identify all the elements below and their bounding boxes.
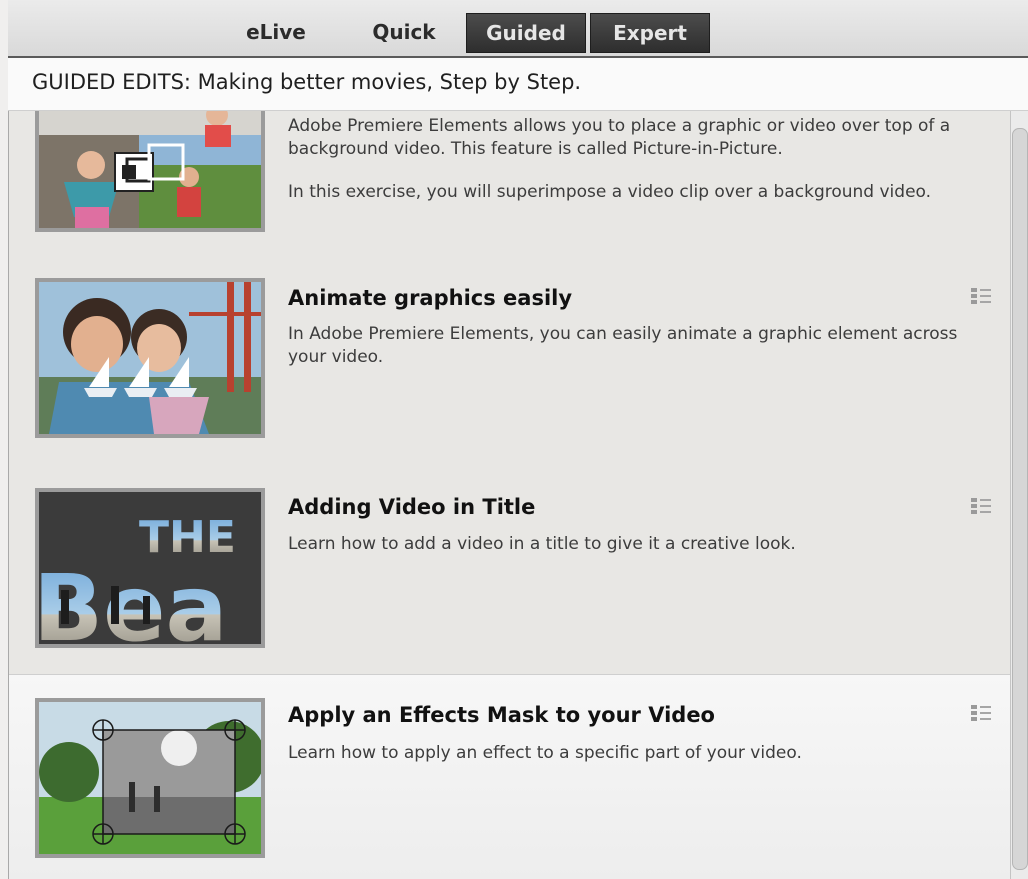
picture-in-picture-thumbnail [35,111,265,232]
tab-elive[interactable]: eLive [234,13,318,51]
list-item-animate-graphics[interactable]: Animate graphics easily In Adobe Premier… [9,271,1011,481]
item-title: Animate graphics easily [288,286,573,310]
page-title: GUIDED EDITS: Making better movies, Step… [32,70,582,94]
sailboat-icon [39,282,261,434]
video-in-title-thumbnail: THE Bea [35,488,265,648]
mode-bar: eLive Quick Guided Expert [8,0,1028,58]
picture-in-picture-icon [39,111,261,228]
item-title: Adding Video in Title [288,495,536,519]
tab-quick[interactable]: Quick [352,13,456,51]
tab-expert[interactable]: Expert [590,13,710,53]
list-icon[interactable] [971,704,991,722]
list-item-video-in-title[interactable]: THE Bea Adding Video in Title Learn how … [9,481,1011,674]
tab-guided[interactable]: Guided [466,13,586,53]
item-description: Learn how to add a video in a title to g… [288,534,796,554]
scrollbar-thumb[interactable] [1012,128,1028,870]
title-text-thumbnail-graphic: THE Bea [39,492,261,644]
list-icon[interactable] [971,497,991,515]
item-description: Adobe Premiere Elements allows you to pl… [288,116,951,159]
list-item-effects-mask[interactable]: Apply an Effects Mask to your Video Lear… [9,674,1011,879]
list-item-picture-in-picture[interactable]: Adobe Premiere Elements allows you to pl… [9,111,1011,271]
guided-header: GUIDED EDITS: Making better movies, Step… [8,58,1028,111]
item-title: Apply an Effects Mask to your Video [288,703,715,727]
effects-mask-thumbnail [35,698,265,858]
animate-graphics-thumbnail [35,278,265,438]
item-description: In Adobe Premiere Elements, you can easi… [288,324,958,367]
guided-edits-list: Adobe Premiere Elements allows you to pl… [8,111,1011,879]
mask-handles-icon [39,702,261,854]
list-icon[interactable] [971,287,991,305]
item-description: Learn how to apply an effect to a specif… [288,743,802,763]
item-description: In this exercise, you will superimpose a… [288,182,932,202]
